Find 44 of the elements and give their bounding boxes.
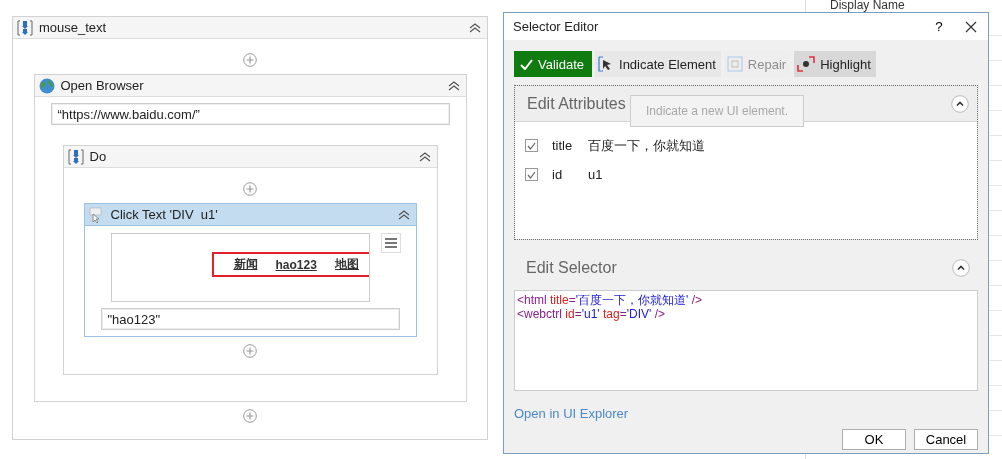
activity-header[interactable]: mouse_text [13, 17, 487, 39]
dialog-title: Selector Editor [513, 19, 600, 34]
attribute-value: u1 [588, 167, 603, 182]
collapse-icon[interactable] [447, 80, 460, 91]
panel-title: Edit Selector [526, 259, 617, 277]
attribute-name: id [552, 167, 564, 182]
text-field[interactable]: "hao123" [100, 308, 400, 330]
sequence-icon [67, 148, 84, 165]
check-icon [520, 58, 533, 70]
tooltip: Indicate a new UI element. [630, 95, 804, 127]
activity-header[interactable]: Open Browser [34, 75, 466, 97]
collapse-icon[interactable] [952, 259, 970, 277]
toolbar-button[interactable]: Indicate Element [595, 51, 721, 77]
dialog-button[interactable]: OK [842, 429, 906, 450]
activity-title: Do [89, 149, 108, 164]
toolbar-button[interactable]: Highlight [794, 51, 876, 77]
dialog-button[interactable]: Cancel [914, 429, 978, 450]
activity-header[interactable]: Click Text 'DIV u1' [84, 204, 416, 226]
collapse-icon[interactable] [397, 209, 410, 220]
property-label: Display Name [829, 0, 906, 11]
repair-icon [726, 56, 743, 72]
checkbox[interactable] [525, 139, 538, 152]
toolbar-button[interactable]: Validate [514, 51, 592, 77]
activity-title: Open Browser [60, 78, 145, 93]
highlight-icon [797, 56, 816, 72]
collapse-icon[interactable] [418, 151, 431, 162]
checkbox[interactable] [525, 168, 538, 181]
help-button[interactable]: ? [930, 17, 948, 36]
code-line: <html title='百度一下，你就知道' /> [517, 293, 703, 307]
activity-title: mouse_text [39, 20, 108, 35]
url-field[interactable]: “https://www.baidu.com/” [50, 103, 450, 125]
attribute-value: 百度一下，你就知道 [588, 136, 705, 155]
click-text-icon [88, 206, 105, 223]
collapse-icon[interactable] [469, 22, 481, 33]
activity-title: Click Text 'DIV u1' [110, 207, 219, 222]
attribute-name: title [552, 138, 574, 153]
globe-icon [38, 77, 55, 94]
sequence-icon [17, 19, 33, 36]
panel-title: Edit Attributes [527, 94, 626, 113]
activity-header[interactable]: Do [63, 146, 437, 168]
code-line: <webctrl id='u1' tag='DIV' /> [517, 307, 666, 321]
menu-icon[interactable] [380, 233, 401, 253]
selector-editor[interactable]: <html title='百度一下，你就知道' /> <webctrl id='u1' tag='DIV' /> [514, 290, 978, 391]
collapse-icon[interactable] [951, 94, 969, 113]
